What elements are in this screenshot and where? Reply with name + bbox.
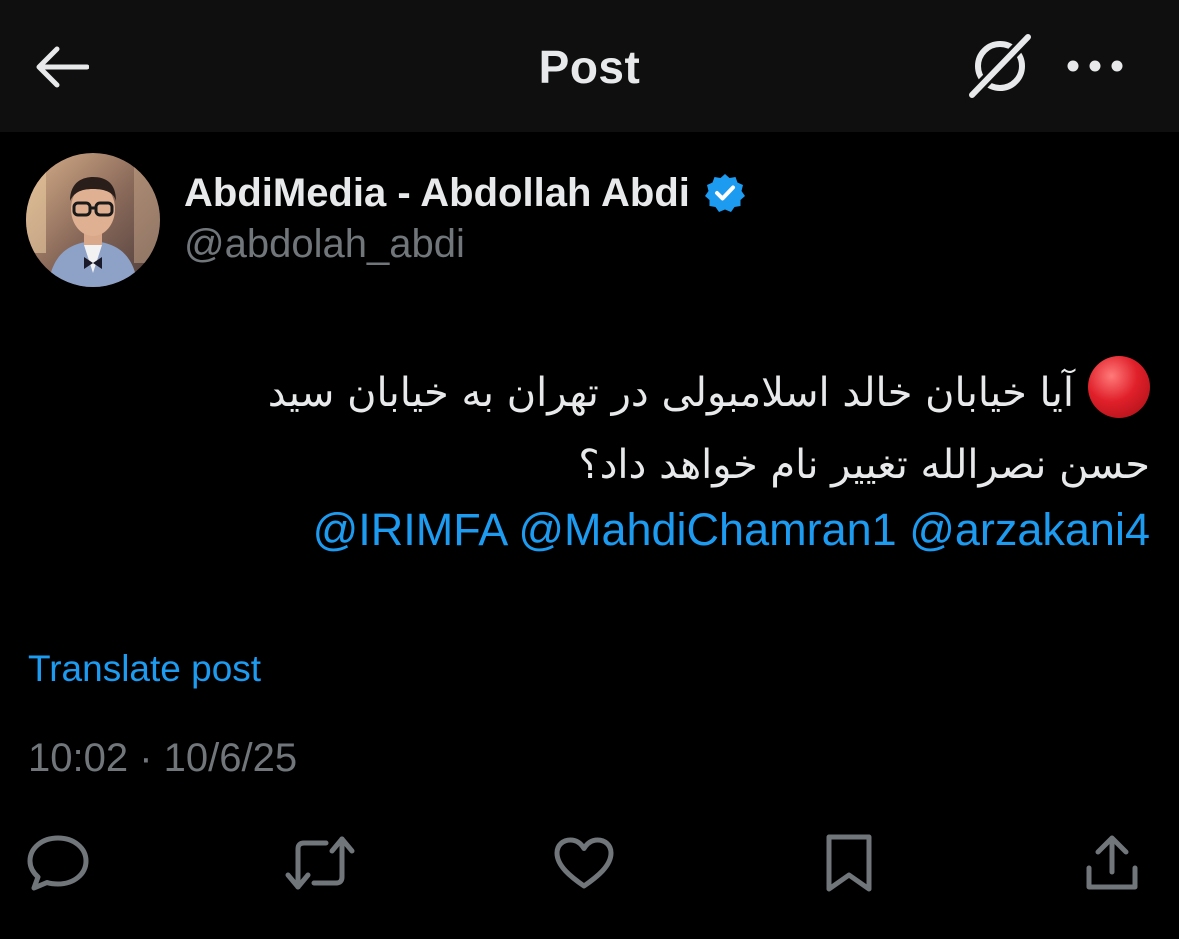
mention-link[interactable]: @arzakani4: [909, 504, 1150, 555]
author-row: AbdiMedia - Abdollah Abdi: [184, 166, 746, 220]
post-timestamp: 10:02 · 10/6/25: [28, 736, 298, 780]
top-bar: Post: [0, 0, 1179, 132]
bookmark-icon: [826, 834, 872, 892]
repost-button[interactable]: [284, 828, 356, 898]
more-horizontal-icon: [1067, 60, 1123, 72]
heart-icon: [554, 837, 614, 889]
post-mentions: @IRIMFA @MahdiChamran1 @arzakani4: [313, 504, 1150, 556]
post-text-line-2: حسن نصرالله تغییر نام خواهد داد؟: [578, 442, 1150, 488]
share-icon: [1086, 835, 1138, 890]
mention-link[interactable]: @IRIMFA: [313, 504, 506, 555]
mention-link[interactable]: @MahdiChamran1: [518, 504, 896, 555]
avatar-photo: [26, 153, 160, 287]
avatar[interactable]: [26, 153, 160, 287]
repost-icon: [285, 836, 355, 890]
like-button[interactable]: [548, 828, 620, 898]
grok-icon: [964, 31, 1036, 101]
reply-icon: [27, 835, 89, 891]
post-text-line-1: آیا خیابان خالد اسلامبولی در تهران به خی…: [267, 370, 1074, 416]
red-circle-emoji: [1088, 356, 1150, 418]
post-text: آیا خیابان خالد اسلامبولی در تهران به خی…: [130, 356, 1150, 501]
author-handle[interactable]: @abdolah_abdi: [184, 222, 465, 267]
author-display-name[interactable]: AbdiMedia - Abdollah Abdi: [184, 171, 690, 216]
reply-button[interactable]: [22, 828, 94, 898]
grok-button[interactable]: [962, 30, 1038, 102]
more-options-button[interactable]: [1062, 40, 1128, 92]
translate-post-link[interactable]: Translate post: [28, 648, 261, 690]
verified-badge-icon: [704, 172, 746, 214]
bookmark-button[interactable]: [813, 828, 885, 898]
share-button[interactable]: [1076, 828, 1148, 898]
